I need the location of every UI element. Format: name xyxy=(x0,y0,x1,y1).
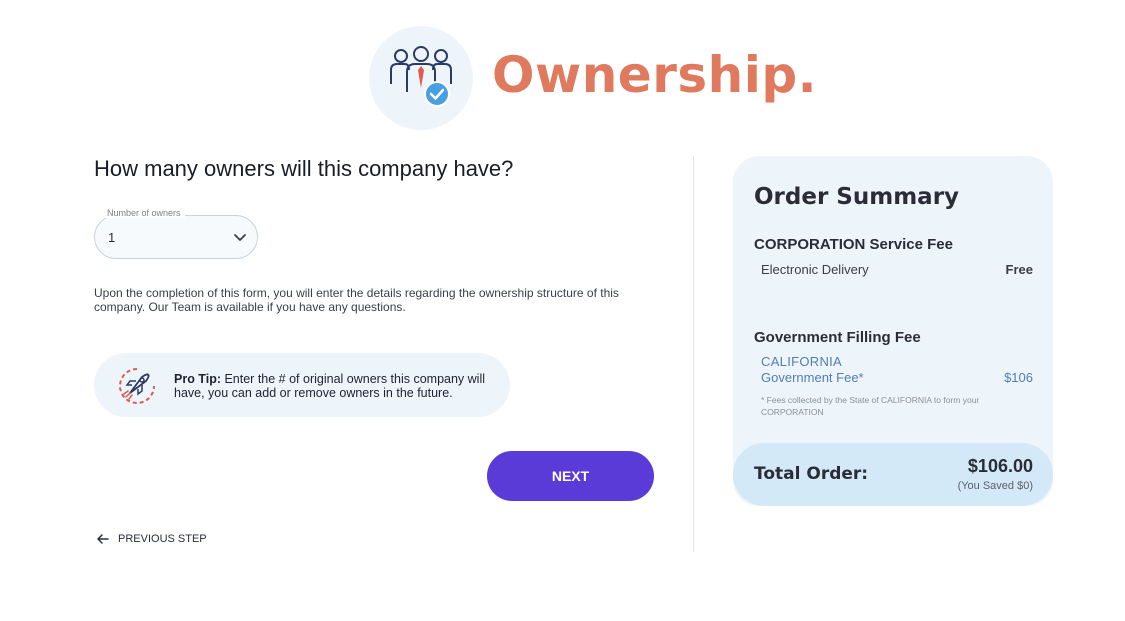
pro-tip-label: Pro Tip: xyxy=(174,372,221,386)
page-title: Ownership. xyxy=(492,46,818,104)
order-summary-panel: Order Summary CORPORATION Service Fee El… xyxy=(733,156,1053,506)
government-fee-note: * Fees collected by the State of CALIFOR… xyxy=(761,395,980,417)
total-order-label: Total Order: xyxy=(754,464,869,484)
ownership-description: Upon the completion of this form, you wi… xyxy=(94,286,619,314)
electronic-delivery-price: Free xyxy=(1005,262,1033,277)
government-fee-state: CALIFORNIA xyxy=(761,354,843,369)
total-saved-text: (You Saved $0) xyxy=(957,480,1033,492)
previous-step-label: PREVIOUS STEP xyxy=(118,533,207,545)
government-fee-heading: Government Filling Fee xyxy=(754,329,921,346)
column-divider xyxy=(693,156,694,552)
order-summary-title: Order Summary xyxy=(754,184,960,210)
pro-tip-text: Pro Tip: Enter the # of original owners … xyxy=(174,372,504,400)
number-of-owners-select[interactable]: Number of owners 1 xyxy=(94,208,258,259)
electronic-delivery-label: Electronic Delivery xyxy=(761,262,869,277)
corporation-service-fee-heading: CORPORATION Service Fee xyxy=(754,236,953,253)
arrow-left-icon xyxy=(97,534,109,544)
chevron-down-icon xyxy=(234,234,246,241)
total-order-amount: $106.00 xyxy=(967,456,1033,476)
next-button[interactable]: NEXT xyxy=(487,451,654,501)
government-fee-label: Government Fee* xyxy=(761,370,864,385)
total-order-bar: Total Order: $106.00 (You Saved $0) xyxy=(733,443,1053,506)
page-header: Ownership. xyxy=(0,26,1125,130)
number-of-owners-label: Number of owners xyxy=(103,208,185,218)
government-fee-amount: $106 xyxy=(1004,370,1033,385)
pro-tip-box: Pro Tip: Enter the # of original owners … xyxy=(94,353,510,417)
pro-tip-body: Enter the # of original owners this comp… xyxy=(174,372,486,400)
number-of-owners-value: 1 xyxy=(108,230,116,245)
team-owners-check-icon xyxy=(369,26,473,130)
previous-step-link[interactable]: PREVIOUS STEP xyxy=(96,532,207,546)
owners-question: How many owners will this company have? xyxy=(94,156,514,181)
rocket-icon xyxy=(119,368,155,404)
